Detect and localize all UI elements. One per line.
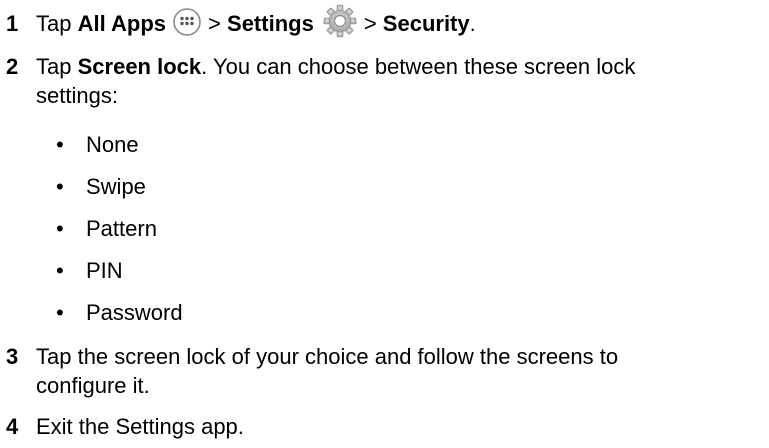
list-item-label: PIN bbox=[86, 258, 123, 283]
step-1-tap: Tap bbox=[36, 11, 72, 36]
step-number: 1 bbox=[6, 11, 19, 36]
settings-gear-icon bbox=[322, 3, 358, 39]
bullet-icon: • bbox=[56, 216, 64, 241]
instructions-document: 1 Tap All Apps > Settings > Security. 2 … bbox=[0, 0, 769, 448]
bullet-icon: • bbox=[56, 132, 64, 157]
step-4-line-1: Exit the Settings app. bbox=[36, 414, 244, 439]
all-apps-label: All Apps bbox=[77, 11, 167, 36]
step-number: 3 bbox=[6, 344, 19, 369]
step-3-line-2: configure it. bbox=[36, 373, 150, 398]
step-2-line-1: Tap Screen lock. You can choose between … bbox=[36, 54, 635, 80]
bullet-icon: • bbox=[56, 174, 64, 199]
list-item-label: Password bbox=[86, 300, 183, 325]
all-apps-icon bbox=[172, 7, 202, 37]
step-2-rest: . You can choose between these screen lo… bbox=[201, 54, 636, 79]
step-2-line-2: settings: bbox=[36, 83, 118, 108]
step-2-tap: Tap bbox=[36, 54, 72, 79]
step-number: 4 bbox=[6, 414, 19, 439]
step-2: 2 Tap Screen lock. You can choose betwee… bbox=[6, 54, 766, 114]
settings-label: Settings bbox=[227, 11, 314, 36]
security-label: Security bbox=[382, 11, 470, 36]
step-1-text: Tap All Apps > Settings > Security. bbox=[36, 4, 476, 39]
list-item-label: None bbox=[86, 132, 139, 157]
step-number: 2 bbox=[6, 54, 19, 79]
step-3: 3 Tap the screen lock of your choice and… bbox=[6, 344, 766, 404]
step-3-line-1: Tap the screen lock of your choice and f… bbox=[36, 344, 619, 369]
screen-lock-label: Screen lock bbox=[77, 54, 202, 79]
bullet-icon: • bbox=[56, 258, 64, 283]
bullet-icon: • bbox=[56, 300, 64, 325]
list-item-label: Swipe bbox=[86, 174, 146, 199]
list-item-label: Pattern bbox=[86, 216, 157, 241]
separator: > bbox=[363, 11, 377, 36]
step-4: 4 Exit the Settings app. bbox=[6, 414, 766, 442]
separator: > bbox=[208, 11, 221, 36]
period: . bbox=[469, 11, 476, 36]
step-1: 1 Tap All Apps > Settings > Security. bbox=[6, 4, 766, 42]
